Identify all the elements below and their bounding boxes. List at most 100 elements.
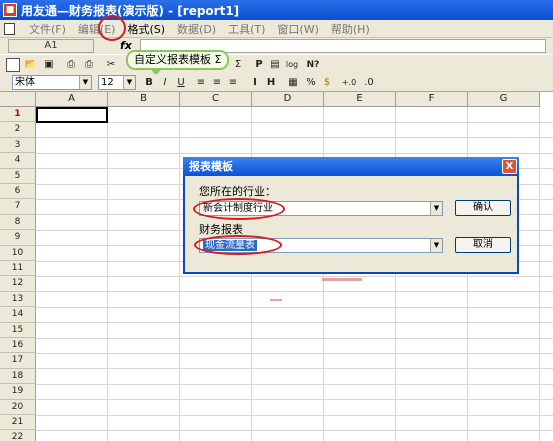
row-header-3[interactable]: 3 <box>0 137 36 154</box>
faded-cell-content <box>270 299 282 301</box>
align-left-icon[interactable]: ≡ <box>194 76 208 90</box>
italic-icon[interactable]: I <box>158 76 172 90</box>
menu-bar: 文件(F) 编辑(E) 格式(S) 数据(D) 工具(T) 窗口(W) 帮助(H… <box>0 20 553 38</box>
row-header-15[interactable]: 15 <box>0 322 36 338</box>
tooltip-text: 自定义报表模板 <box>134 53 211 66</box>
log-icon[interactable]: log <box>285 58 299 72</box>
format-toolbar: 宋体 ▼ 12 ▼ B I U ≡ ≡ ≡ I H ▦ % $ +.0 .0 <box>0 74 553 92</box>
open-folder-icon[interactable]: 📂 <box>24 58 38 72</box>
grid-icon[interactable]: ▦ <box>286 76 300 90</box>
row-header-2[interactable]: 2 <box>0 122 36 138</box>
menu-data[interactable]: 数据(D) <box>171 21 222 37</box>
row-header-13[interactable]: 13 <box>0 291 36 308</box>
currency-icon[interactable]: $ <box>320 76 334 90</box>
column-header-g[interactable]: G <box>468 92 540 107</box>
font-name-select[interactable]: 宋体 ▼ <box>12 75 92 90</box>
chevron-down-icon[interactable]: ▼ <box>430 239 442 252</box>
chevron-down-icon[interactable]: ▼ <box>79 76 91 89</box>
row-header-19[interactable]: 19 <box>0 384 36 400</box>
cut-icon[interactable]: ✂ <box>104 58 118 72</box>
annotation-ellipse-report <box>194 235 282 255</box>
column-header-a[interactable]: A <box>36 92 108 107</box>
grid-line <box>36 291 553 293</box>
row-header-16[interactable]: 16 <box>0 338 36 354</box>
row-header-9[interactable]: 9 <box>0 230 36 246</box>
row-header-21[interactable]: 21 <box>0 415 36 431</box>
row-header-6[interactable]: 6 <box>0 184 36 200</box>
horizontal-align-icon[interactable]: H <box>264 76 278 90</box>
row-header-12[interactable]: 12 <box>0 276 36 292</box>
print-icon[interactable]: ⎙ <box>82 58 96 72</box>
grid-line <box>36 430 553 431</box>
sum-icon[interactable]: Σ <box>231 58 245 72</box>
decrease-decimal-icon[interactable]: .0 <box>362 76 376 90</box>
row-header-1[interactable]: 1 <box>0 107 36 123</box>
grid-line <box>36 368 553 370</box>
annotation-ellipse-industry <box>193 198 285 220</box>
save-icon[interactable]: ▣ <box>42 58 56 72</box>
row-header-14[interactable]: 14 <box>0 307 36 323</box>
faded-cell-content <box>322 278 362 281</box>
row-header-5[interactable]: 5 <box>0 168 36 184</box>
context-help-icon[interactable]: N? <box>306 58 320 72</box>
select-all-corner[interactable] <box>0 92 36 107</box>
grid-line <box>36 337 553 339</box>
print-preview-icon[interactable]: ⎙ <box>64 58 78 72</box>
vertical-align-icon[interactable]: I <box>248 76 262 90</box>
percent-icon[interactable]: % <box>304 76 318 90</box>
new-file-icon[interactable] <box>6 58 20 72</box>
font-name-value: 宋体 <box>15 77 35 88</box>
row-header-20[interactable]: 20 <box>0 399 36 415</box>
close-icon[interactable]: X <box>502 159 517 174</box>
align-center-icon[interactable]: ≡ <box>210 76 224 90</box>
menu-format[interactable]: 格式(S) <box>121 21 171 37</box>
column-header-b[interactable]: B <box>108 92 180 107</box>
document-icon[interactable] <box>4 22 15 35</box>
dialog-title-bar: 报表模板 X <box>183 157 519 176</box>
grid-line <box>107 107 108 441</box>
font-size-select[interactable]: 12 ▼ <box>98 75 136 90</box>
grid-line <box>179 107 180 441</box>
grid-line <box>36 383 553 385</box>
row-header-11[interactable]: 11 <box>0 261 36 277</box>
bookmark-icon[interactable]: ▤ <box>268 58 282 72</box>
increase-decimal-icon[interactable]: +.0 <box>340 76 358 90</box>
row-header-10[interactable]: 10 <box>0 245 36 261</box>
chevron-down-icon[interactable]: ▼ <box>123 76 135 89</box>
chevron-down-icon[interactable]: ▼ <box>430 202 442 215</box>
industry-label: 您所在的行业： <box>199 185 276 198</box>
grid-line <box>36 353 553 354</box>
active-cell-a1[interactable] <box>36 107 108 123</box>
row-header-4[interactable]: 4 <box>0 153 36 169</box>
bold-icon[interactable]: B <box>142 76 156 90</box>
custom-template-tooltip: 自定义报表模板 Σ <box>126 50 229 76</box>
underline-icon[interactable]: U <box>174 76 188 90</box>
grid-line <box>36 322 553 324</box>
cell-reference-box[interactable]: A1 <box>8 39 94 53</box>
row-header-17[interactable]: 17 <box>0 353 36 369</box>
grid-line <box>36 152 553 154</box>
title-bar: ■ 用友通—财务报表(演示版) - [report1] <box>0 0 553 20</box>
column-header-e[interactable]: E <box>324 92 396 107</box>
menu-tools[interactable]: 工具(T) <box>222 21 271 37</box>
column-header-f[interactable]: F <box>396 92 468 107</box>
standard-toolbar: 📂 ▣ ⎙ ⎙ ✂ Σ P ▤ log N? <box>0 54 553 74</box>
menu-help[interactable]: 帮助(H) <box>325 21 376 37</box>
row-header-8[interactable]: 8 <box>0 214 36 231</box>
column-header-d[interactable]: D <box>252 92 324 107</box>
confirm-button[interactable]: 确认 <box>455 200 511 216</box>
grid-line <box>36 122 553 123</box>
align-right-icon[interactable]: ≡ <box>226 76 240 90</box>
cancel-button[interactable]: 取消 <box>455 237 511 253</box>
grid-line <box>36 137 553 139</box>
menu-file[interactable]: 文件(F) <box>23 21 72 37</box>
column-header-c[interactable]: C <box>180 92 252 107</box>
row-header-7[interactable]: 7 <box>0 199 36 215</box>
menu-window[interactable]: 窗口(W) <box>271 21 324 37</box>
font-size-value: 12 <box>101 77 114 88</box>
row-header-18[interactable]: 18 <box>0 368 36 385</box>
grid-line <box>539 107 540 441</box>
row-header-22[interactable]: 22 <box>0 430 36 441</box>
app-logo-icon: ■ <box>3 3 17 17</box>
p-icon[interactable]: P <box>252 58 266 72</box>
